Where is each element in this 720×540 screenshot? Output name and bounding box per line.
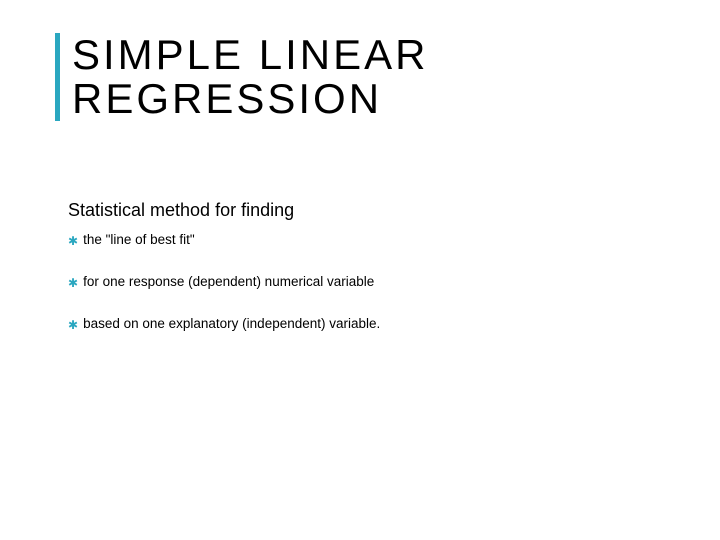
list-item: ✱ for one response (dependent) numerical… bbox=[68, 274, 628, 290]
starburst-icon: ✱ bbox=[68, 234, 78, 248]
starburst-icon: ✱ bbox=[68, 318, 78, 332]
list-item: ✱ the "line of best fit" bbox=[68, 232, 628, 248]
title-line-2: REGRESSION bbox=[72, 75, 382, 122]
bullet-list: ✱ the "line of best fit" ✱ for one respo… bbox=[68, 232, 628, 358]
bullet-text: for one response (dependent) numerical v… bbox=[83, 274, 374, 290]
slide-subtitle: Statistical method for finding bbox=[68, 200, 294, 221]
title-line-1: SIMPLE LINEAR bbox=[72, 31, 428, 78]
bullet-text: the "line of best fit" bbox=[83, 232, 195, 248]
accent-bar bbox=[55, 33, 60, 121]
slide-title: SIMPLE LINEAR REGRESSION bbox=[72, 33, 428, 121]
bullet-text: based on one explanatory (independent) v… bbox=[83, 316, 380, 332]
title-block: SIMPLE LINEAR REGRESSION bbox=[55, 33, 428, 121]
list-item: ✱ based on one explanatory (independent)… bbox=[68, 316, 628, 332]
slide: SIMPLE LINEAR REGRESSION Statistical met… bbox=[0, 0, 720, 540]
starburst-icon: ✱ bbox=[68, 276, 78, 290]
